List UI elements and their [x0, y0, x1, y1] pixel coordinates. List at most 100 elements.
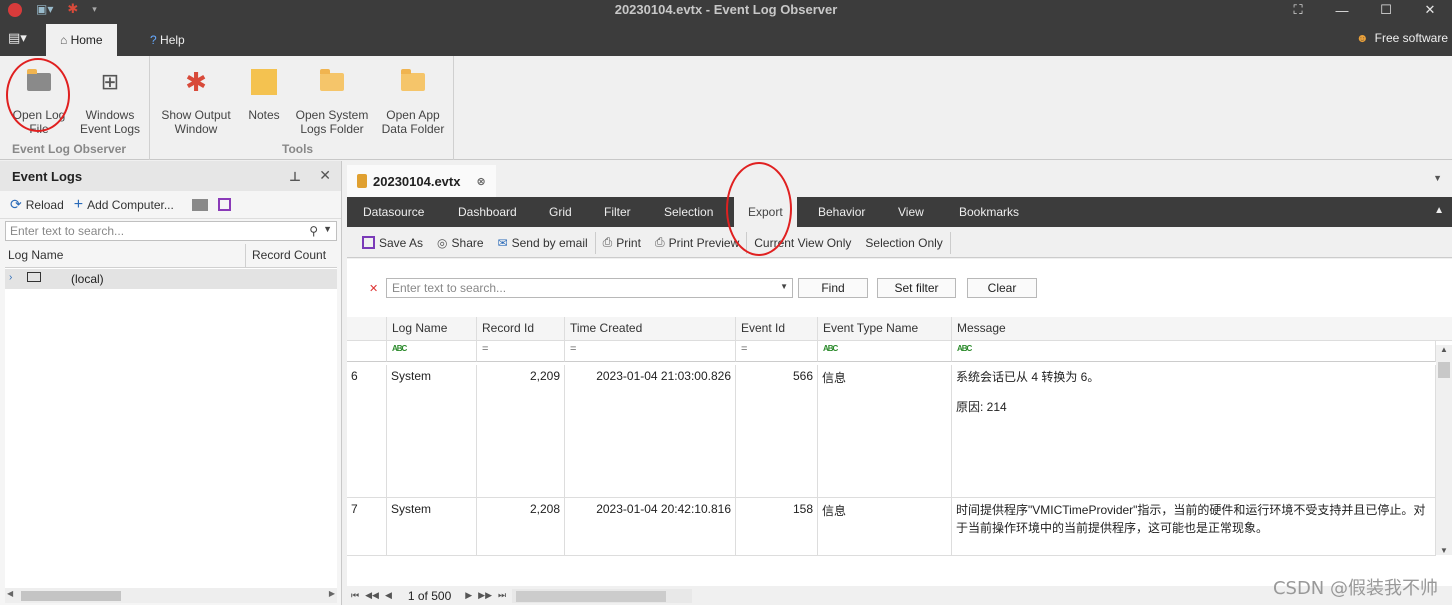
row-number[interactable]: 7 [347, 498, 387, 556]
chevron-down-icon[interactable]: ▼ [1433, 173, 1442, 183]
group-label-main: Event Log Observer [12, 142, 127, 156]
horizontal-scrollbar[interactable] [512, 588, 693, 603]
save-icon[interactable] [217, 198, 231, 211]
save-as-button[interactable]: Save As [355, 228, 430, 258]
column-log-name[interactable]: Log Name [387, 317, 477, 341]
log-search-input[interactable]: Enter text to search... ⚲ ▼ [5, 221, 337, 241]
tab-selection[interactable]: Selection [650, 197, 727, 227]
share-button[interactable]: ◎ Share [430, 228, 491, 258]
filter-message[interactable]: ABC [952, 341, 1436, 362]
document-tab[interactable]: 20230104.evtx ⊗ [347, 165, 496, 197]
tab-help[interactable]: ? Help [136, 24, 199, 56]
grid-search-input[interactable]: Enter text to search... ▼ [386, 278, 793, 298]
search-icon[interactable]: ⚲ [309, 224, 318, 238]
column-record-id[interactable]: Record Id [477, 317, 565, 341]
cell-message[interactable]: 时间提供程序"VMICTimeProvider"指示，当前的硬件和运行环境不受支… [952, 498, 1436, 556]
cell-log-name[interactable]: System [387, 498, 477, 556]
column-message[interactable]: Message [952, 317, 1452, 341]
scroll-left-icon[interactable]: ◀ [7, 589, 13, 598]
column-log-name[interactable]: Log Name [5, 244, 246, 267]
windows-event-logs-button[interactable]: ⊞ Windows Event Logs [76, 62, 144, 137]
send-by-email-button[interactable]: ✉ Send by email [491, 228, 595, 258]
filter-time-created[interactable]: = [565, 341, 736, 362]
tab-datasource[interactable]: Datasource [349, 197, 438, 227]
horizontal-scrollbar[interactable]: ◀ ▶ [5, 588, 337, 603]
set-filter-button[interactable]: Set filter [877, 278, 956, 298]
scroll-up-icon[interactable]: ▲ [1436, 345, 1452, 354]
open-system-logs-folder-button[interactable]: Open System Logs Folder [292, 62, 372, 136]
pin-icon[interactable]: ⊥ [289, 169, 301, 185]
close-panel-icon[interactable]: ✕ [319, 167, 331, 184]
close-window-button[interactable]: ✕ [1408, 0, 1452, 20]
tab-view[interactable]: View [884, 197, 938, 227]
filter-event-type[interactable]: ABC [818, 341, 952, 362]
chevron-down-icon[interactable]: ▼ [323, 224, 332, 234]
tab-home[interactable]: ⌂ Home [46, 24, 117, 56]
app-menu-button[interactable]: ▤▾ [8, 30, 38, 50]
cell-event-type[interactable]: 信息 [818, 365, 952, 498]
last-page-icon[interactable]: ⏭ [498, 590, 506, 601]
vertical-scrollbar[interactable]: ▲ ▼ [1436, 345, 1452, 555]
cell-event-id[interactable]: 566 [736, 365, 818, 498]
cell-record-id[interactable]: 2,208 [477, 498, 565, 556]
cell-time-created[interactable]: 2023-01-04 21:03:00.826 [565, 365, 736, 498]
row-number[interactable]: 6 [347, 365, 387, 498]
collapse-ribbon-icon[interactable]: ▲ [1434, 205, 1444, 216]
print-button[interactable]: ⎙ Print [596, 228, 648, 258]
clear-button[interactable]: Clear [967, 278, 1037, 298]
tab-filter[interactable]: Filter [590, 197, 645, 227]
filter-event-id[interactable]: = [736, 341, 818, 362]
tab-export[interactable]: Export [734, 197, 797, 227]
text-filter-icon: ABC [957, 344, 972, 353]
chevron-down-icon[interactable]: ▼ [780, 282, 788, 291]
tab-behavior[interactable]: Behavior [804, 197, 879, 227]
add-computer-button[interactable]: + Add Computer... [74, 196, 174, 214]
maximize-button[interactable]: ☐ [1364, 0, 1408, 20]
find-button[interactable]: Find [798, 278, 868, 298]
selection-only-toggle[interactable]: Selection Only [858, 228, 949, 258]
column-event-id[interactable]: Event Id [736, 317, 818, 341]
tab-dashboard[interactable]: Dashboard [444, 197, 531, 227]
print-preview-button[interactable]: ⎙ Print Preview [648, 228, 746, 258]
open-app-data-folder-button[interactable]: Open App Data Folder [378, 62, 448, 136]
cell-time-created[interactable]: 2023-01-04 20:42:10.816 [565, 498, 736, 556]
panel-toolbar: ⟳ Reload + Add Computer... [0, 191, 341, 219]
user-info[interactable]: ☻ Free software [1356, 31, 1448, 45]
cell-message[interactable]: 系统会话已从 4 转换为 6。 原因: 214 [952, 365, 1436, 498]
column-event-type-name[interactable]: Event Type Name [818, 317, 952, 341]
minimize-button[interactable]: — [1320, 0, 1364, 20]
filter-log-name[interactable]: ABC [387, 341, 477, 362]
open-folder-icon[interactable] [191, 198, 208, 211]
close-tab-icon[interactable]: ⊗ [476, 175, 485, 188]
tab-grid[interactable]: Grid [535, 197, 586, 227]
list-item[interactable]: › (local) [5, 269, 337, 289]
cell-log-name[interactable]: System [387, 365, 477, 498]
folder-icon [401, 69, 425, 91]
sticky-note-icon [251, 69, 277, 95]
row-indicator-header [347, 317, 387, 341]
open-log-file-button[interactable]: Open Log File [6, 62, 72, 136]
filter-record-id[interactable]: = [477, 341, 565, 362]
current-view-only-toggle[interactable]: Current View Only [747, 228, 858, 258]
tab-bookmarks[interactable]: Bookmarks [945, 197, 1033, 227]
show-output-window-button[interactable]: ✱ Show Output Window [156, 62, 236, 136]
focus-mode-icon[interactable]: ⛶ [1276, 0, 1320, 20]
next-page-icon[interactable]: ▶ [465, 590, 472, 601]
scroll-down-icon[interactable]: ▼ [1436, 546, 1452, 555]
scroll-right-icon[interactable]: ▶ [329, 589, 335, 598]
cell-event-id[interactable]: 158 [736, 498, 818, 556]
notes-button[interactable]: Notes [242, 62, 286, 122]
cell-event-type[interactable]: 信息 [818, 498, 952, 556]
column-record-count[interactable]: Record Count [246, 244, 337, 267]
document-tab-bar: 20230104.evtx ⊗ ▼ [343, 161, 1452, 197]
reload-button[interactable]: ⟳ Reload [10, 196, 64, 213]
prev-page-icon[interactable]: ◀ [385, 590, 392, 601]
next-group-icon[interactable]: ▶▶ [478, 590, 492, 601]
chevron-right-icon[interactable]: › [9, 272, 12, 283]
watermark: CSDN @假装我不帅 [1272, 578, 1438, 599]
clear-search-icon[interactable]: ✕ [369, 282, 378, 295]
cell-record-id[interactable]: 2,209 [477, 365, 565, 498]
prev-group-icon[interactable]: ◀◀ [365, 590, 379, 601]
column-time-created[interactable]: Time Created [565, 317, 736, 341]
first-page-icon[interactable]: ⏮ [351, 590, 359, 601]
